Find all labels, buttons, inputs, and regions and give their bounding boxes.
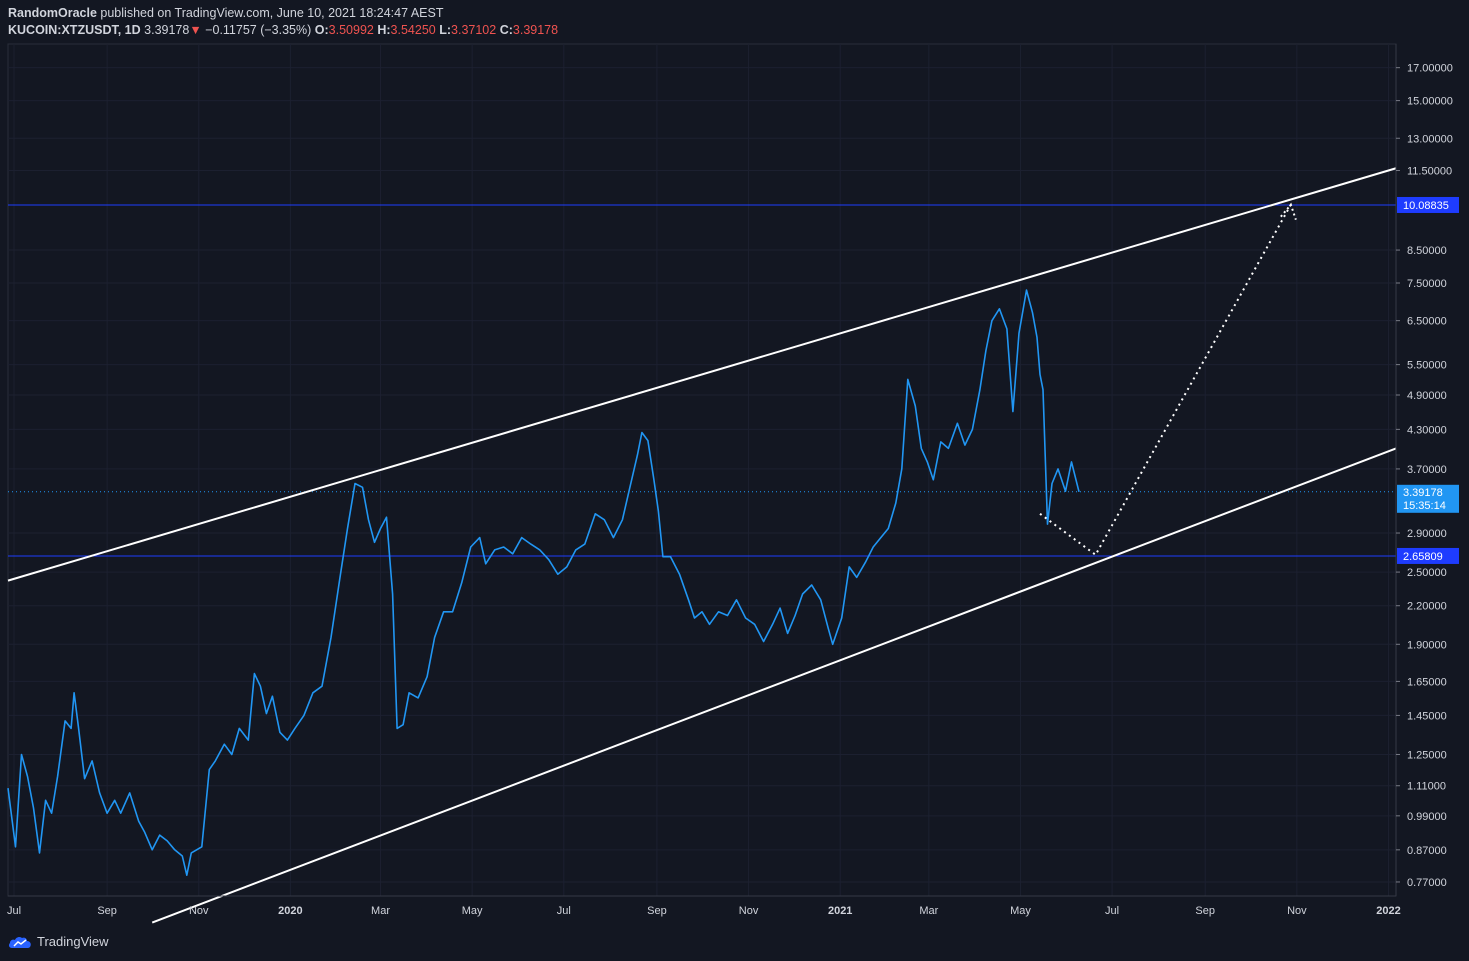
level-price-label: 10.08835 xyxy=(1403,200,1449,212)
y-tick-label: 0.87000 xyxy=(1407,845,1447,857)
x-tick-label: Nov xyxy=(189,905,209,917)
last-price: 3.39178 xyxy=(144,23,190,37)
x-tick-label: 2022 xyxy=(1376,905,1400,917)
y-tick-label: 2.50000 xyxy=(1407,567,1447,579)
y-tick-label: 13.00000 xyxy=(1407,133,1453,145)
x-tick-label: Jul xyxy=(557,905,571,917)
y-tick-label: 0.77000 xyxy=(1407,877,1447,889)
y-tick-label: 2.20000 xyxy=(1407,601,1447,613)
y-tick-label: 3.70000 xyxy=(1407,464,1447,476)
last-price-label: 3.39178 xyxy=(1403,487,1443,499)
open-label: O: xyxy=(314,23,329,37)
high-label: H: xyxy=(377,23,391,37)
chart-footer: TradingView xyxy=(0,928,1469,961)
y-tick-label: 5.50000 xyxy=(1407,360,1447,372)
change-arrow-icon: ▼ xyxy=(189,23,202,37)
y-tick-label: 7.50000 xyxy=(1407,278,1447,290)
close-label: C: xyxy=(499,23,513,37)
y-tick-label: 4.90000 xyxy=(1407,390,1447,402)
level-price-label: 2.65809 xyxy=(1403,551,1443,563)
y-tick-label: 1.45000 xyxy=(1407,710,1447,722)
chart-header: RandomOracle published on TradingView.co… xyxy=(0,0,1469,42)
y-tick-label: 4.30000 xyxy=(1407,424,1447,436)
y-tick-label: 11.50000 xyxy=(1407,166,1452,178)
x-tick-label: Nov xyxy=(739,905,759,917)
close-value: 3.39178 xyxy=(512,23,559,37)
x-tick-label: May xyxy=(1010,905,1031,917)
x-tick-label: Sep xyxy=(647,905,667,917)
y-tick-label: 1.65000 xyxy=(1407,676,1447,688)
publish-info: RandomOracle published on TradingView.co… xyxy=(8,6,443,20)
symbol-label[interactable]: KUCOIN:XTZUSDT, 1D xyxy=(8,23,141,37)
published-text: published on TradingView.com, June 10, 2… xyxy=(100,6,444,20)
x-tick-label: Mar xyxy=(919,905,938,917)
x-tick-label: Sep xyxy=(97,905,117,917)
chart-background xyxy=(0,0,1469,928)
x-tick-label: May xyxy=(462,905,483,917)
footer-brand: TradingView xyxy=(37,934,109,949)
x-tick-label: 2021 xyxy=(828,905,852,917)
x-tick-label: Sep xyxy=(1195,905,1215,917)
author-name[interactable]: RandomOracle xyxy=(8,6,97,20)
y-tick-label: 17.00000 xyxy=(1407,63,1453,75)
y-tick-label: 8.50000 xyxy=(1407,245,1447,257)
y-tick-label: 1.11000 xyxy=(1407,781,1446,793)
low-label: L: xyxy=(439,23,452,37)
x-tick-label: Nov xyxy=(1287,905,1307,917)
price-change: −0.11757 (−3.35%) xyxy=(205,23,312,37)
x-tick-label: Jul xyxy=(1105,905,1119,917)
cloud-icon xyxy=(8,936,31,948)
high-value: 3.54250 xyxy=(390,23,436,37)
ohlc-legend: KUCOIN:XTZUSDT, 1D 3.39178▼ −0.11757 (−3… xyxy=(8,23,558,37)
low-value: 3.37102 xyxy=(451,23,497,37)
y-tick-label: 2.90000 xyxy=(1407,528,1447,540)
price-chart[interactable]: 17.00000 15.00000 13.00000 11.50000 8.50000 7… xyxy=(0,0,1469,928)
open-value: 3.50992 xyxy=(328,23,374,37)
y-tick-label: 1.90000 xyxy=(1407,639,1447,651)
y-tick-label: 6.50000 xyxy=(1407,316,1447,328)
y-tick-label: 1.25000 xyxy=(1407,749,1447,761)
x-tick-label: Mar xyxy=(371,905,390,917)
tradingview-logo[interactable]: TradingView xyxy=(8,934,109,949)
bar-countdown-label: 15:35:14 xyxy=(1403,500,1446,512)
y-tick-label: 15.00000 xyxy=(1407,96,1453,108)
x-tick-label: Jul xyxy=(7,905,21,917)
y-tick-label: 0.99000 xyxy=(1407,811,1447,823)
x-tick-label: 2020 xyxy=(278,905,302,917)
